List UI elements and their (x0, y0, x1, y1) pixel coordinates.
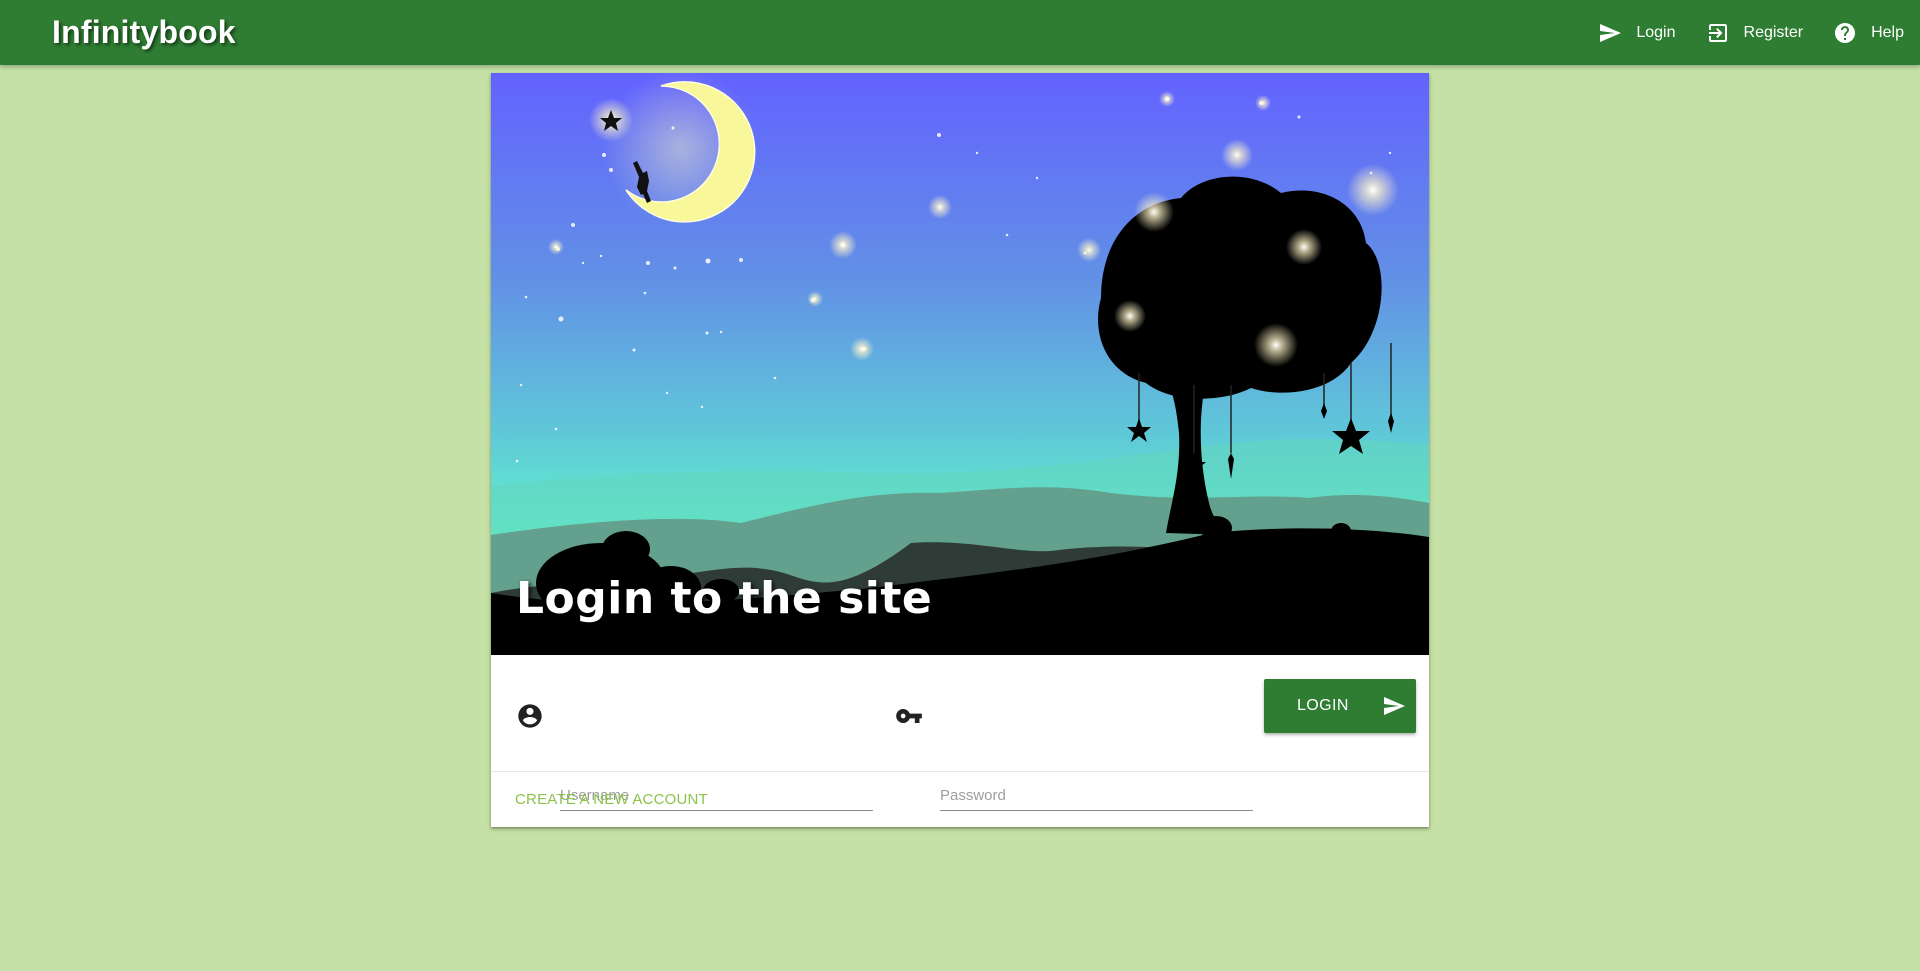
login-card: Login to the site LOGIN CREATE A NEW ACC… (491, 73, 1429, 827)
nav-help[interactable]: Help (1833, 13, 1904, 53)
card-divider (491, 771, 1429, 772)
nav-login-label: Login (1636, 23, 1676, 41)
nav-register[interactable]: Register (1706, 13, 1804, 53)
password-field[interactable] (940, 767, 1253, 811)
hero-image: Login to the site (491, 73, 1429, 655)
top-app-bar: Infinitybook Login Register Help (0, 0, 1920, 65)
night-landscape-illustration (491, 73, 1429, 655)
nav-register-label: Register (1743, 23, 1804, 41)
login-button-label: LOGIN (1297, 697, 1349, 714)
password-input[interactable] (940, 767, 1253, 810)
top-nav: Login Register Help (1568, 0, 1904, 65)
nav-login[interactable]: Login (1598, 13, 1676, 53)
brand-title[interactable]: Infinitybook (52, 14, 236, 51)
key-icon (895, 702, 923, 730)
hero-title: Login to the site (516, 573, 933, 624)
account-circle-icon (516, 702, 544, 730)
help-circle-icon (1835, 22, 1856, 43)
send-icon (1384, 697, 1405, 715)
send-icon (1600, 23, 1622, 42)
create-account-link[interactable]: CREATE A NEW ACCOUNT (515, 791, 708, 808)
login-button[interactable]: LOGIN (1264, 679, 1416, 733)
nav-help-label: Help (1871, 23, 1904, 41)
login-arrow-icon (1708, 23, 1727, 42)
